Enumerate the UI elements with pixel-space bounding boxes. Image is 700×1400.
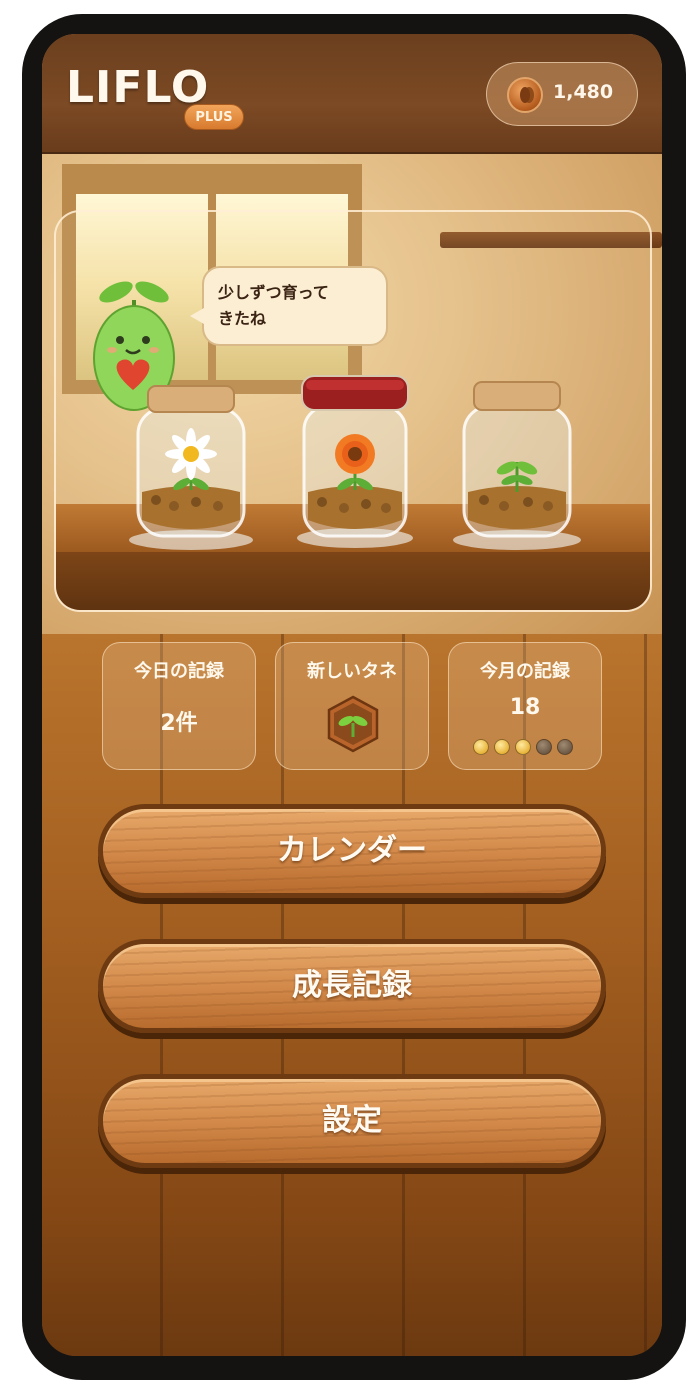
month-progress-dots bbox=[473, 739, 583, 755]
display-table-front bbox=[56, 552, 650, 610]
stat-new-seed-title: 新しいタネ bbox=[307, 661, 397, 682]
stat-card-month[interactable]: 今月の記録 18 bbox=[448, 642, 602, 770]
mascot-speech-bubble: 少しずつ育って きたね bbox=[190, 266, 388, 346]
progress-dot-empty bbox=[536, 739, 552, 755]
progress-dot-filled bbox=[515, 739, 531, 755]
calendar-button[interactable]: カレンダー bbox=[98, 804, 606, 898]
stat-card-new-seed[interactable]: 新しいタネ bbox=[275, 642, 429, 770]
app-screen: LIFLO PLUS 1,480 少しずつ育って きたね 今日の記録 2件 新し… bbox=[42, 34, 662, 1356]
progress-dot-empty bbox=[557, 739, 573, 755]
progress-dot-filled bbox=[494, 739, 510, 755]
stat-today-title: 今日の記録 bbox=[134, 661, 224, 682]
growth-record-button[interactable]: 成長記録 bbox=[98, 939, 606, 1033]
jar-orange-flower[interactable] bbox=[292, 362, 418, 552]
speech-line-2: きたね bbox=[218, 309, 267, 328]
stat-month-value: 18 bbox=[509, 695, 541, 720]
jar-sprout[interactable] bbox=[452, 370, 582, 552]
app-header: LIFLO PLUS 1,480 bbox=[42, 34, 662, 154]
settings-button[interactable]: 設定 bbox=[98, 1074, 606, 1168]
speech-line-1: 少しずつ育って bbox=[218, 283, 329, 302]
terrarium-display: 少しずつ育って きたね bbox=[54, 210, 652, 612]
stat-month-title: 今月の記録 bbox=[480, 661, 570, 682]
progress-dot-filled bbox=[473, 739, 489, 755]
stat-card-today[interactable]: 今日の記録 2件 bbox=[102, 642, 256, 770]
coin-balance[interactable]: 1,480 bbox=[486, 62, 638, 126]
stat-today-value: 2件 bbox=[160, 711, 198, 736]
coin-count: 1,480 bbox=[553, 81, 614, 103]
plan-badge: PLUS bbox=[184, 104, 244, 130]
app-logo: LIFLO bbox=[66, 62, 210, 113]
sprout-hex-icon bbox=[327, 695, 379, 753]
jar-white-daisy[interactable] bbox=[126, 372, 256, 552]
seed-coin-icon bbox=[507, 77, 543, 113]
